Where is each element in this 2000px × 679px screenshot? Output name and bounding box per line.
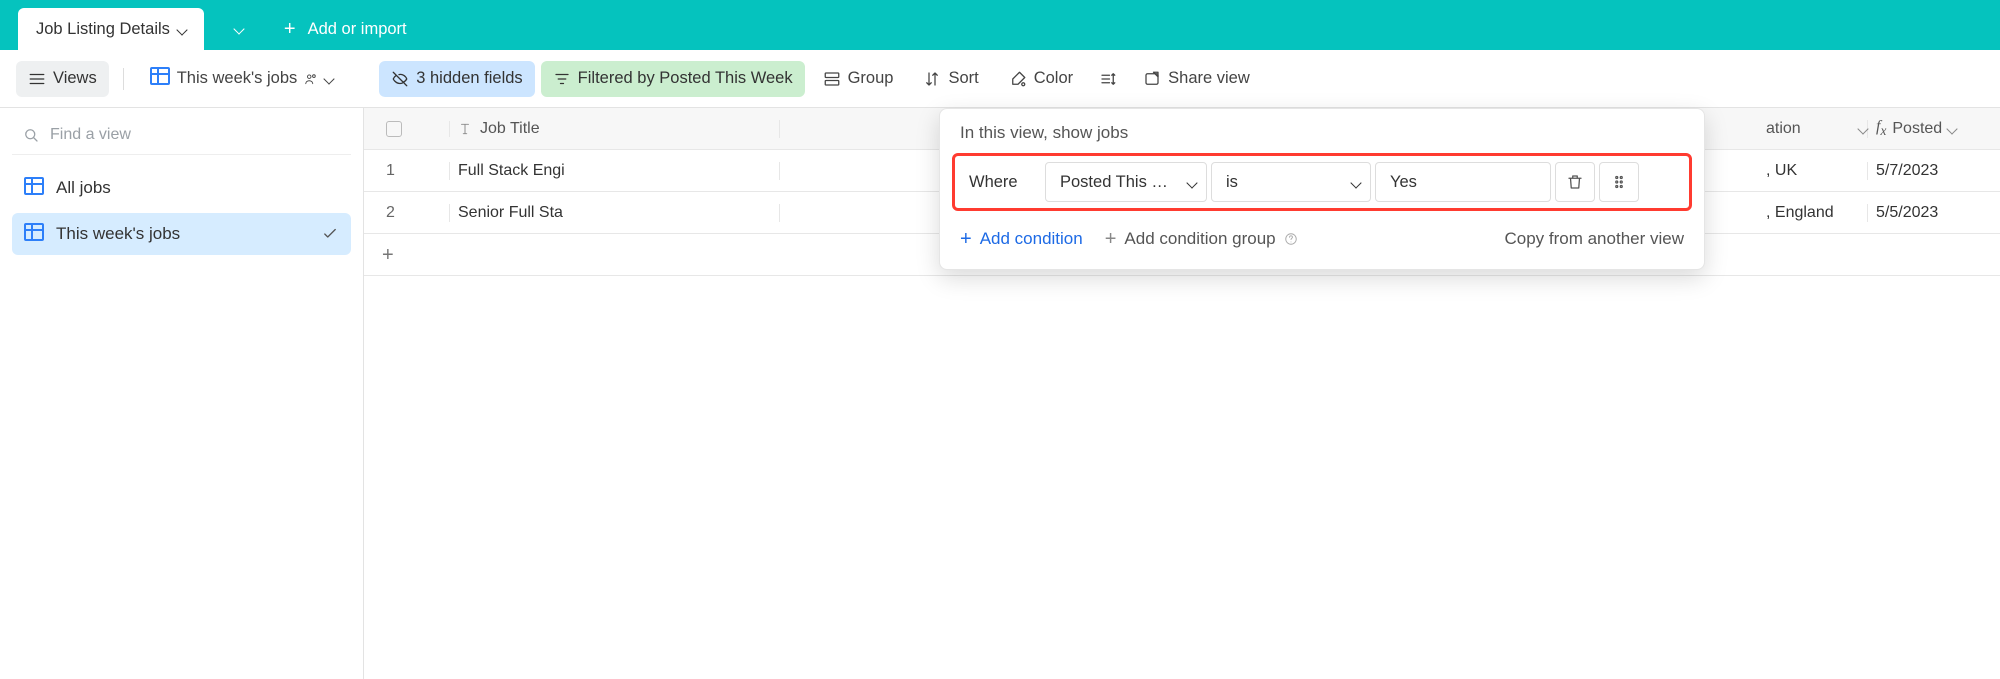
chevron-down-icon — [178, 20, 186, 39]
column-label: Job Title — [480, 120, 540, 138]
check-icon — [321, 225, 339, 243]
people-icon — [304, 72, 318, 86]
checkbox-icon — [386, 121, 402, 137]
filter-icon — [553, 70, 571, 88]
help-icon — [1284, 232, 1298, 246]
tab-label: Job Listing Details — [36, 20, 170, 39]
column-header-job-title[interactable]: Job Title — [450, 120, 780, 138]
sidebar-view-this-weeks-jobs[interactable]: This week's jobs — [12, 213, 351, 255]
column-header-location[interactable]: ation — [1758, 120, 1868, 138]
copy-from-another-view-button[interactable]: Copy from another view — [1504, 229, 1684, 249]
cell-job-title[interactable]: Senior Full Sta — [450, 204, 780, 222]
grid-icon — [150, 67, 170, 90]
formula-icon: fx — [1876, 118, 1886, 139]
filter-button[interactable]: Filtered by Posted This Week — [541, 61, 805, 97]
view-label: All jobs — [56, 178, 111, 198]
condition-operator-select[interactable]: is — [1211, 162, 1371, 202]
view-toolbar: Views This week's jobs 3 hidden fields F… — [0, 50, 2000, 108]
plus-icon: + — [382, 245, 394, 265]
row-height-icon — [1099, 70, 1117, 88]
share-view-button[interactable]: Share view — [1131, 61, 1262, 97]
chevron-down-icon — [1948, 120, 1956, 138]
row-number: 2 — [364, 204, 450, 222]
divider — [123, 68, 124, 90]
trash-icon — [1566, 173, 1584, 191]
cell-location[interactable]: , England — [1758, 204, 1868, 222]
tab-job-listing-details[interactable]: Job Listing Details — [18, 8, 204, 50]
color-label: Color — [1034, 69, 1073, 88]
plus-icon: + — [1105, 229, 1117, 249]
filter-label: Filtered by Posted This Week — [578, 69, 793, 88]
menu-icon — [28, 70, 46, 88]
select-all-cell[interactable] — [364, 121, 450, 137]
add-condition-label: Add condition — [980, 229, 1083, 249]
hidden-fields-button[interactable]: 3 hidden fields — [379, 61, 534, 97]
delete-condition-button[interactable] — [1555, 162, 1595, 202]
search-placeholder: Find a view — [50, 126, 131, 144]
chevron-down-icon — [1859, 120, 1867, 138]
copy-from-label: Copy from another view — [1504, 229, 1684, 248]
hidden-fields-label: 3 hidden fields — [416, 69, 522, 88]
chevron-down-icon — [1352, 173, 1360, 192]
column-header-posted[interactable]: fx Posted — [1868, 118, 2000, 139]
find-view-search[interactable]: Find a view — [12, 116, 351, 155]
add-group-label: Add condition group — [1124, 229, 1275, 249]
search-icon — [22, 126, 40, 144]
grid-icon — [24, 177, 44, 200]
sort-icon — [923, 70, 941, 88]
condition-field-select[interactable]: Posted This … — [1045, 162, 1207, 202]
add-import-label: Add or import — [308, 20, 407, 39]
view-label: This week's jobs — [56, 224, 180, 244]
filter-popover-footer: + Add condition + Add condition group Co… — [940, 211, 1704, 269]
chevron-down-icon — [1188, 173, 1196, 192]
table-tabs: Job Listing Details + Add or import — [0, 0, 2000, 50]
sort-button[interactable]: Sort — [911, 61, 990, 97]
plus-icon: + — [284, 19, 296, 39]
paint-icon — [1009, 70, 1027, 88]
filter-condition-row: Where Posted This … is Yes — [952, 153, 1692, 211]
group-label: Group — [848, 69, 894, 88]
share-icon — [1143, 70, 1161, 88]
cell-posted[interactable]: 5/7/2023 — [1868, 162, 2000, 180]
operator-value: is — [1226, 173, 1238, 192]
group-button[interactable]: Group — [811, 61, 906, 97]
views-label: Views — [53, 69, 97, 88]
share-label: Share view — [1168, 69, 1250, 88]
grid-icon — [24, 223, 44, 246]
add-or-import-button[interactable]: + Add or import — [264, 8, 427, 50]
chevron-down-icon — [325, 69, 333, 88]
chevron-down-icon — [235, 20, 243, 38]
cell-location[interactable]: , UK — [1758, 162, 1868, 180]
group-icon — [823, 70, 841, 88]
condition-value-select[interactable]: Yes — [1375, 162, 1551, 202]
views-button[interactable]: Views — [16, 61, 109, 97]
current-view-button[interactable]: This week's jobs — [138, 61, 346, 97]
row-number: 1 — [364, 162, 450, 180]
column-label: Posted — [1892, 120, 1942, 138]
add-condition-button[interactable]: + Add condition — [960, 229, 1083, 249]
column-label: ation — [1766, 120, 1801, 138]
field-value: Posted This … — [1060, 173, 1168, 192]
views-sidebar: Find a view All jobs This week's jobs — [0, 108, 364, 679]
value-text: Yes — [1390, 173, 1417, 192]
sort-label: Sort — [948, 69, 978, 88]
table-history-dropdown[interactable] — [214, 8, 264, 50]
color-button[interactable]: Color — [997, 61, 1085, 97]
data-grid: Job Title ation fx Posted 1 Full Stack E… — [364, 108, 2000, 679]
current-view-label: This week's jobs — [177, 69, 298, 88]
cell-job-title[interactable]: Full Stack Engi — [450, 162, 780, 180]
filter-popover-heading: In this view, show jobs — [940, 109, 1704, 153]
conjunction-label: Where — [963, 173, 1041, 192]
sidebar-view-all-jobs[interactable]: All jobs — [12, 167, 351, 209]
eye-off-icon — [391, 70, 409, 88]
plus-icon: + — [960, 229, 972, 249]
add-condition-group-button[interactable]: + Add condition group — [1105, 229, 1298, 249]
drag-handle-icon — [1610, 173, 1628, 191]
drag-condition-handle[interactable] — [1599, 162, 1639, 202]
row-height-button[interactable] — [1091, 61, 1125, 97]
filter-popover: In this view, show jobs Where Posted Thi… — [939, 108, 1705, 270]
cell-posted[interactable]: 5/5/2023 — [1868, 204, 2000, 222]
text-icon — [458, 122, 472, 136]
